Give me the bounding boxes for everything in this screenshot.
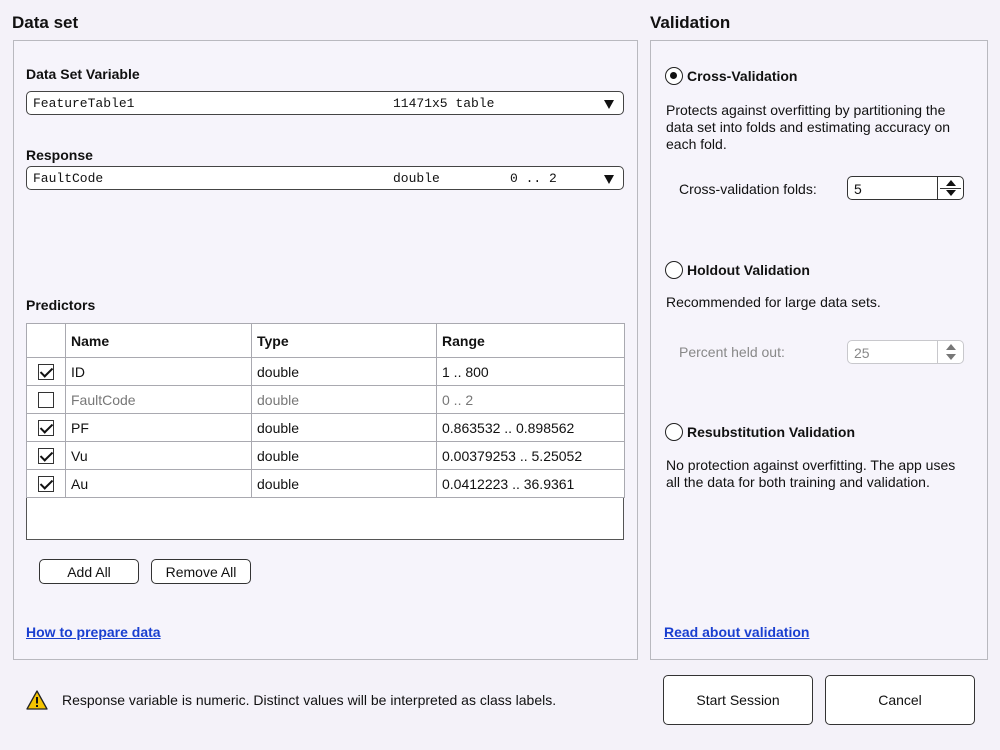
arrow-down-icon[interactable]: [946, 354, 956, 360]
cross-validation-radio[interactable]: [665, 67, 683, 85]
row-range: 0.0412223 .. 36.9361: [436, 469, 625, 498]
cross-validation-option[interactable]: Cross-Validation: [665, 67, 797, 85]
row-type: double: [251, 441, 437, 470]
row-range: 0 .. 2: [436, 385, 625, 414]
cancel-button[interactable]: Cancel: [825, 675, 975, 725]
row-name: FaultCode: [65, 385, 252, 414]
row-type: double: [251, 469, 437, 498]
arrow-up-icon[interactable]: [946, 180, 956, 186]
prepare-data-link[interactable]: How to prepare data: [26, 624, 161, 640]
percent-held-out-stepper[interactable]: 25: [847, 340, 964, 364]
warning-message: Response variable is numeric. Distinct v…: [62, 692, 557, 708]
holdout-validation-label: Holdout Validation: [687, 262, 810, 278]
holdout-validation-option[interactable]: Holdout Validation: [665, 261, 810, 279]
validation-title: Validation: [650, 13, 731, 32]
dataset-variable-label: Data Set Variable: [26, 66, 140, 82]
arrow-down-icon[interactable]: [946, 190, 956, 196]
header-type[interactable]: Type: [251, 323, 437, 358]
row-range: 0.863532 .. 0.898562: [436, 413, 625, 442]
response-dropdown[interactable]: FaultCode double 0 .. 2: [26, 166, 624, 190]
row-checkbox[interactable]: [38, 364, 54, 381]
dataset-title: Data set: [12, 13, 79, 32]
dataset-variable-size: 11471x5 table: [393, 96, 495, 111]
response-name: FaultCode: [33, 171, 104, 186]
folds-stepper[interactable]: 5: [847, 176, 964, 200]
response-type: double: [393, 171, 440, 186]
header-name[interactable]: Name: [65, 323, 252, 358]
row-type: double: [251, 413, 437, 442]
row-checkbox[interactable]: [38, 392, 54, 409]
row-name: ID: [65, 357, 252, 386]
row-range: 0.00379253 .. 5.25052: [436, 441, 625, 470]
predictors-table: Name Type Range ID double 1 .. 800 Fault…: [26, 323, 625, 498]
dataset-variable-dropdown[interactable]: FeatureTable1 11471x5 table: [26, 91, 624, 115]
row-name: PF: [65, 413, 252, 442]
row-type: double: [251, 385, 437, 414]
resubstitution-validation-option[interactable]: Resubstitution Validation: [665, 423, 855, 441]
resubstitution-validation-radio[interactable]: [665, 423, 683, 441]
dataset-variable-name: FeatureTable1: [33, 96, 135, 111]
row-checkbox[interactable]: [38, 420, 54, 437]
percent-stepper-arrows[interactable]: [937, 341, 963, 363]
row-name: Vu: [65, 441, 252, 470]
response-range: 0 .. 2: [510, 171, 557, 186]
cross-validation-label: Cross-Validation: [687, 68, 798, 84]
arrow-up-icon[interactable]: [946, 344, 956, 350]
table-row[interactable]: Au double 0.0412223 .. 36.9361: [26, 469, 625, 498]
warning-icon: [26, 690, 48, 710]
predictors-table-frame: Name Type Range ID double 1 .. 800 Fault…: [26, 323, 625, 540]
remove-all-button[interactable]: Remove All: [151, 559, 251, 584]
header-checkbox: [26, 323, 66, 358]
holdout-validation-radio[interactable]: [665, 261, 683, 279]
table-row[interactable]: Vu double 0.00379253 .. 5.25052: [26, 441, 625, 470]
row-range: 1 .. 800: [436, 357, 625, 386]
folds-value[interactable]: 5: [854, 181, 862, 197]
predictors-label: Predictors: [26, 297, 96, 313]
row-type: double: [251, 357, 437, 386]
row-name: Au: [65, 469, 252, 498]
cross-validation-desc: Protects against overfitting by partitio…: [666, 102, 951, 152]
header-range[interactable]: Range: [436, 323, 625, 358]
row-checkbox[interactable]: [38, 448, 54, 465]
folds-label: Cross-validation folds:: [679, 181, 817, 197]
response-label: Response: [26, 147, 93, 163]
table-row[interactable]: ID double 1 .. 800: [26, 357, 625, 386]
resubstitution-validation-label: Resubstitution Validation: [687, 424, 856, 440]
percent-held-out-value[interactable]: 25: [854, 345, 870, 361]
holdout-validation-desc: Recommended for large data sets.: [666, 294, 881, 310]
read-about-validation-link[interactable]: Read about validation: [664, 624, 809, 640]
chevron-down-icon: [604, 100, 614, 109]
table-row[interactable]: PF double 0.863532 .. 0.898562: [26, 413, 625, 442]
start-session-button[interactable]: Start Session: [663, 675, 813, 725]
percent-held-out-label: Percent held out:: [679, 344, 785, 360]
table-row[interactable]: FaultCode double 0 .. 2: [26, 385, 625, 414]
table-header-row: Name Type Range: [26, 323, 625, 358]
folds-stepper-arrows[interactable]: [937, 177, 963, 199]
resubstitution-validation-desc: No protection against overfitting. The a…: [666, 457, 956, 490]
row-checkbox[interactable]: [38, 476, 54, 493]
chevron-down-icon: [604, 175, 614, 184]
add-all-button[interactable]: Add All: [39, 559, 139, 584]
